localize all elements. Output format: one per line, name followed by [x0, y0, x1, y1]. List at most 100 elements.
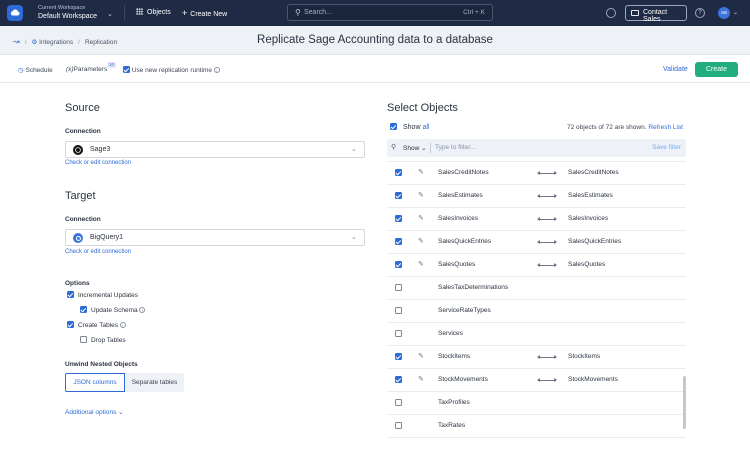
unwind-heading: Unwind Nested Objects — [65, 361, 138, 368]
toolbar: ◷ Schedule (x)Parameters Use new replica… — [0, 56, 750, 83]
checkbox-checked-icon[interactable] — [395, 261, 402, 268]
filter-input[interactable]: Type to filter... — [435, 144, 475, 151]
new-runtime-checkbox[interactable]: Use new replication runtime i — [123, 66, 220, 74]
update-schema-checkbox[interactable]: Update Schema i — [80, 306, 146, 314]
source-object-name: ServiceRateTypes — [438, 307, 491, 314]
pencil-icon[interactable]: ✎ — [418, 260, 424, 268]
filter-show-label: Show — [403, 145, 420, 152]
checkbox-partial-icon — [390, 123, 397, 130]
workspace-label: Current Workspace — [38, 5, 86, 11]
pencil-icon[interactable]: ✎ — [418, 168, 424, 176]
table-row[interactable]: ✎ StockMovements StockMovements — [387, 369, 686, 392]
table-row[interactable]: ✎ SalesInvoices SalesInvoices — [387, 208, 686, 231]
pencil-icon[interactable]: ✎ — [418, 237, 424, 245]
chevron-down-icon[interactable]: ⌄ — [733, 9, 738, 16]
contact-sales-button[interactable]: Contact Sales — [625, 5, 687, 23]
checkbox-unchecked-icon[interactable] — [395, 307, 402, 314]
pencil-icon[interactable]: ✎ — [418, 375, 424, 383]
table-row[interactable]: ✎ SalesCreditNotes SalesCreditNotes — [387, 162, 686, 185]
search-icon: ⚲ — [295, 8, 301, 17]
parameters-label: Parameters — [73, 66, 108, 73]
drop-tables-checkbox[interactable]: Drop Tables — [80, 336, 126, 344]
schedule-button[interactable]: ◷ Schedule — [18, 66, 53, 74]
title-bar: ↝ / ⚙ Integrations / Replication Replicate S… — [0, 26, 750, 55]
select-objects-heading: Select Objects — [387, 102, 458, 114]
target-table-name: StockItems — [568, 353, 601, 360]
target-connection-select[interactable]: BigQuery1 ⌄ — [65, 229, 365, 246]
message-icon — [631, 10, 639, 16]
checkbox-checked-icon — [80, 306, 87, 313]
source-object-name: SalesQuotes — [438, 261, 476, 268]
show-all-link[interactable]: all — [422, 124, 429, 131]
source-object-name: SalesTaxDeterminations — [438, 284, 509, 291]
table-row[interactable]: SalesTaxDeterminations — [387, 277, 686, 300]
save-filter-button[interactable]: Save filter — [652, 144, 681, 151]
pencil-icon[interactable]: ✎ — [418, 352, 424, 360]
checkbox-checked-icon[interactable] — [395, 353, 402, 360]
json-columns-toggle[interactable]: JSON columns — [65, 373, 125, 392]
double-arrow-icon — [537, 240, 557, 244]
validate-button[interactable]: Validate — [663, 66, 688, 73]
help-icon[interactable]: ? — [695, 8, 705, 18]
table-row[interactable]: Services — [387, 323, 686, 346]
incremental-updates-checkbox[interactable]: Incremental Updates — [67, 291, 138, 299]
target-connection-value: BigQuery1 — [90, 234, 124, 241]
checkbox-checked-icon — [123, 66, 130, 73]
checkbox-unchecked-icon[interactable] — [395, 422, 402, 429]
table-row[interactable]: ✎ StockItems StockItems — [387, 346, 686, 369]
table-row[interactable]: TaxRates — [387, 415, 686, 438]
checkbox-checked-icon[interactable] — [395, 376, 402, 383]
parameters-button[interactable]: (x)Parameters — [66, 66, 107, 73]
checkbox-checked-icon[interactable] — [395, 169, 402, 176]
objects-list[interactable]: ✎ SalesCreditNotes SalesCreditNotes ✎ SalesE… — [387, 157, 686, 447]
checkbox-unchecked-icon[interactable] — [395, 330, 402, 337]
table-row[interactable]: ✎ SalesQuotes SalesQuotes — [387, 254, 686, 277]
chevron-down-icon[interactable]: ⌄ — [107, 10, 113, 18]
create-button[interactable]: Create — [695, 62, 738, 77]
checkbox-checked-icon[interactable] — [395, 192, 402, 199]
pencil-icon[interactable]: ✎ — [418, 214, 424, 222]
checkbox-unchecked-icon[interactable] — [395, 284, 402, 291]
info-icon[interactable]: i — [139, 307, 146, 313]
table-row[interactable]: ServiceRateTypes — [387, 300, 686, 323]
source-object-name: SalesEstimates — [438, 192, 483, 199]
options-heading: Options — [65, 280, 90, 287]
cloud-logo-icon[interactable] — [7, 5, 23, 21]
info-icon[interactable]: i — [213, 67, 220, 73]
source-connection-select[interactable]: Sage3 ⌄ — [65, 141, 365, 158]
chevron-down-icon: ⌄ — [421, 145, 427, 152]
refresh-list-link[interactable]: Refresh List — [648, 124, 683, 131]
create-new-button[interactable]: + Create New — [182, 8, 227, 18]
objects-label: Objects — [147, 9, 171, 16]
target-connection-label: Connection — [65, 216, 101, 223]
source-edit-connection-link[interactable]: Check or edit connection — [65, 160, 131, 166]
checkbox-checked-icon[interactable] — [395, 238, 402, 245]
target-table-name: SalesInvoices — [568, 215, 609, 222]
workspace-switcher[interactable]: Current Workspace Default Workspace — [38, 5, 97, 21]
variable-icon: (x) — [66, 66, 74, 73]
separate-tables-toggle[interactable]: Separate tables — [125, 373, 184, 392]
pencil-icon[interactable]: ✎ — [418, 191, 424, 199]
scrollbar-thumb[interactable] — [683, 376, 686, 429]
divider — [124, 5, 125, 21]
divider — [430, 143, 431, 153]
objects-nav-button[interactable]: Objects — [136, 8, 171, 16]
search-input[interactable]: ⚲ Search... Ctrl + K — [287, 4, 493, 21]
checkbox-unchecked-icon[interactable] — [395, 399, 402, 406]
additional-options-link[interactable]: Additional options ⌄ — [65, 408, 124, 416]
show-all-toggle[interactable]: Show all — [390, 123, 429, 131]
rocket-icon[interactable] — [606, 8, 616, 18]
info-icon[interactable]: i — [119, 322, 126, 328]
checkbox-unchecked-icon — [80, 336, 87, 343]
page-title: Replicate Sage Accounting data to a data… — [257, 34, 493, 46]
create-tables-checkbox[interactable]: Create Tables i — [67, 321, 126, 329]
target-edit-connection-link[interactable]: Check or edit connection — [65, 249, 131, 255]
double-arrow-icon — [537, 378, 557, 382]
filter-show-dropdown[interactable]: Show ⌄ — [403, 144, 427, 152]
table-row[interactable]: ✎ SalesEstimates SalesEstimates — [387, 185, 686, 208]
table-row[interactable]: ✎ SalesQuickEntries SalesQuickEntries — [387, 231, 686, 254]
avatar[interactable]: SB — [718, 7, 730, 19]
checkbox-checked-icon[interactable] — [395, 215, 402, 222]
table-row[interactable]: TaxProfiles — [387, 392, 686, 415]
plus-icon: + — [182, 8, 188, 18]
